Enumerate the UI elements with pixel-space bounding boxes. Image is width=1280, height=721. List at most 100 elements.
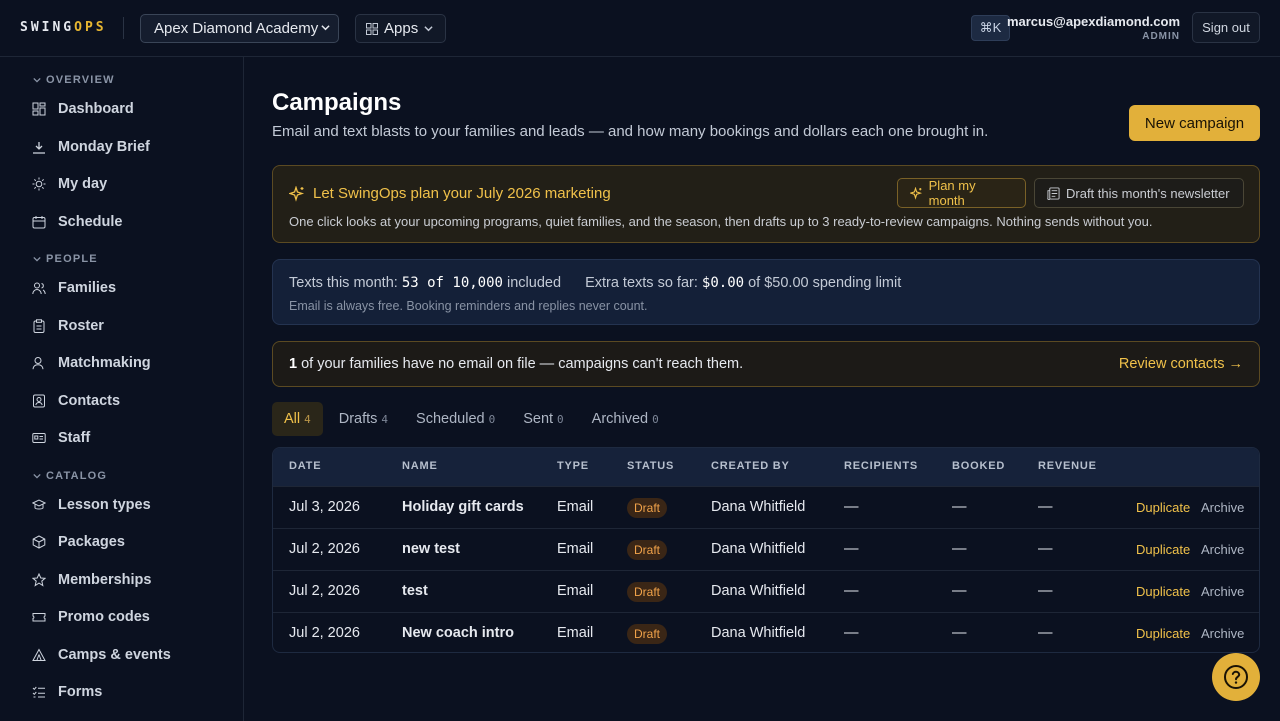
archive-button[interactable]: Archive: [1201, 626, 1244, 641]
archive-button[interactable]: Archive: [1201, 542, 1244, 557]
contact-icon: [33, 394, 45, 408]
tab-sent[interactable]: Sent 0: [511, 402, 575, 436]
column-header-date[interactable]: DATE: [289, 460, 321, 472]
table-row[interactable]: Jul 2, 2026 test Email Draft Dana Whitfi…: [273, 570, 1259, 612]
table-row[interactable]: Jul 2, 2026 new test Email Draft Dana Wh…: [273, 528, 1259, 570]
graduation-icon: [32, 499, 46, 510]
duplicate-button[interactable]: Duplicate: [1136, 626, 1190, 641]
tab-label: All: [284, 411, 301, 427]
match-icon: [32, 357, 44, 370]
sidebar-item-matchmaking[interactable]: Matchmaking: [32, 352, 151, 374]
sidebar-item-staff[interactable]: Staff: [32, 427, 90, 449]
column-header-revenue[interactable]: REVENUE: [1038, 460, 1097, 472]
sidebar-section-people[interactable]: PEOPLE: [33, 253, 98, 265]
sidebar-item-label: Promo codes: [58, 609, 150, 625]
column-header-created-by[interactable]: CREATED BY: [711, 460, 790, 472]
ai-banner-title-text: Let SwingOps plan your July 2026 marketi…: [313, 185, 611, 202]
sidebar-item-packages[interactable]: Packages: [32, 531, 125, 553]
chevron-down-icon: [33, 77, 41, 83]
archive-button[interactable]: Archive: [1201, 584, 1244, 599]
tab-count: 4: [381, 412, 389, 426]
sidebar-item-roster[interactable]: Roster: [32, 315, 104, 337]
sidebar-item-label: Forms: [58, 684, 103, 700]
status-badge: Draft: [627, 540, 668, 560]
sidebar-item-my-day[interactable]: My day: [32, 173, 107, 195]
cell-booked: —: [952, 499, 967, 515]
column-header-name[interactable]: NAME: [402, 460, 438, 472]
usage-note: Email is always free. Booking reminders …: [289, 299, 648, 313]
page-subtitle: Email and text blasts to your families a…: [272, 123, 989, 140]
sign-out-button[interactable]: Sign out: [1192, 12, 1260, 43]
apps-menu-button[interactable]: Apps: [355, 14, 446, 43]
tab-drafts[interactable]: Drafts 4: [327, 402, 400, 436]
cell-date: Jul 3, 2026: [289, 499, 360, 515]
cell-created-by: Dana Whitfield: [711, 541, 806, 557]
plan-my-month-button[interactable]: Plan my month: [897, 178, 1026, 208]
texts-label: Texts this month:: [289, 275, 398, 291]
cell-name[interactable]: Holiday gift cards: [402, 499, 524, 515]
sidebar-item-forms[interactable]: Forms: [32, 681, 102, 703]
sparkle-icon: [289, 185, 305, 202]
cell-type: Email: [557, 499, 594, 515]
cell-type: Email: [557, 625, 594, 641]
sidebar-item-dashboard[interactable]: Dashboard: [32, 98, 134, 120]
archive-button[interactable]: Archive: [1201, 500, 1244, 515]
cell-date: Jul 2, 2026: [289, 625, 360, 641]
spending-limit-text: of $50.00 spending limit: [748, 275, 902, 291]
texts-suffix: included: [507, 275, 562, 291]
brand-logo[interactable]: SWINGOPS: [20, 20, 107, 35]
tab-scheduled[interactable]: Scheduled 0: [404, 402, 507, 436]
table-header: DATE NAME TYPE STATUS CREATED BY RECIPIE…: [273, 448, 1259, 486]
sun-icon: [32, 177, 46, 191]
new-campaign-button[interactable]: New campaign: [1129, 105, 1260, 141]
table-row[interactable]: Jul 2, 2026 New coach intro Email Draft …: [273, 612, 1259, 652]
sidebar-item-promo-codes[interactable]: Promo codes: [32, 606, 150, 628]
extra-texts-label: Extra texts so far:: [585, 275, 698, 291]
sidebar-section-overview[interactable]: OVERVIEW: [33, 74, 115, 86]
sidebar-item-label: Families: [58, 280, 117, 296]
review-contacts-link[interactable]: Review contacts →: [1119, 356, 1243, 372]
column-header-recipients[interactable]: RECIPIENTS: [844, 460, 918, 472]
column-header-booked[interactable]: BOOKED: [952, 460, 1005, 472]
duplicate-button[interactable]: Duplicate: [1136, 500, 1190, 515]
sidebar-item-label: Staff: [58, 430, 91, 446]
sidebar-item-contacts[interactable]: Contacts: [32, 390, 120, 412]
sidebar-item-label: My day: [58, 176, 108, 192]
table-row[interactable]: Jul 3, 2026 Holiday gift cards Email Dra…: [273, 486, 1259, 528]
sidebar-item-camps-events[interactable]: Camps & events: [32, 644, 171, 666]
sidebar-item-label: Monday Brief: [58, 139, 150, 155]
sidebar-item-families[interactable]: Families: [32, 277, 116, 299]
duplicate-button[interactable]: Duplicate: [1136, 584, 1190, 599]
brief-icon: [33, 142, 45, 154]
cell-booked: —: [952, 625, 967, 641]
draft-newsletter-button[interactable]: Draft this month's newsletter: [1034, 178, 1244, 208]
top-bar: SWINGOPS Apex Diamond Academy Apps ⌘K ma…: [0, 0, 1280, 57]
help-button[interactable]: [1212, 653, 1260, 701]
sidebar-section-catalog[interactable]: CATALOG: [33, 470, 107, 482]
sidebar-item-lesson-types[interactable]: Lesson types: [32, 494, 151, 516]
missing-email-warning: 1 of your families have no email on file…: [272, 341, 1260, 387]
cell-booked: —: [952, 583, 967, 599]
tab-archived[interactable]: Archived 0: [580, 402, 671, 436]
column-header-status[interactable]: STATUS: [627, 460, 674, 472]
section-label: CATALOG: [46, 470, 108, 482]
star-icon: [32, 573, 46, 587]
column-header-type[interactable]: TYPE: [557, 460, 589, 472]
id-card-icon: [32, 433, 46, 443]
cell-type: Email: [557, 541, 594, 557]
campaign-tabs: All 4 Drafts 4 Scheduled 0 Sent 0 Archived 0: [272, 402, 671, 436]
cell-name[interactable]: New coach intro: [402, 625, 514, 641]
tab-all[interactable]: All 4: [272, 402, 323, 436]
command-palette-button[interactable]: ⌘K: [971, 15, 1010, 41]
sidebar-item-memberships[interactable]: Memberships: [32, 569, 151, 591]
cell-name[interactable]: new test: [402, 541, 460, 557]
duplicate-button[interactable]: Duplicate: [1136, 542, 1190, 557]
sidebar-item-monday-brief[interactable]: Monday Brief: [32, 136, 150, 158]
ai-banner-title: Let SwingOps plan your July 2026 marketi…: [289, 185, 611, 202]
organization-select[interactable]: Apex Diamond Academy: [140, 14, 339, 43]
sidebar-item-schedule[interactable]: Schedule: [32, 211, 122, 233]
usage-line: Texts this month: 53 of 10,000 included …: [289, 275, 901, 291]
cell-name[interactable]: test: [402, 583, 428, 599]
text-usage-card: Texts this month: 53 of 10,000 included …: [272, 259, 1260, 325]
sidebar-item-label: Memberships: [58, 572, 152, 588]
